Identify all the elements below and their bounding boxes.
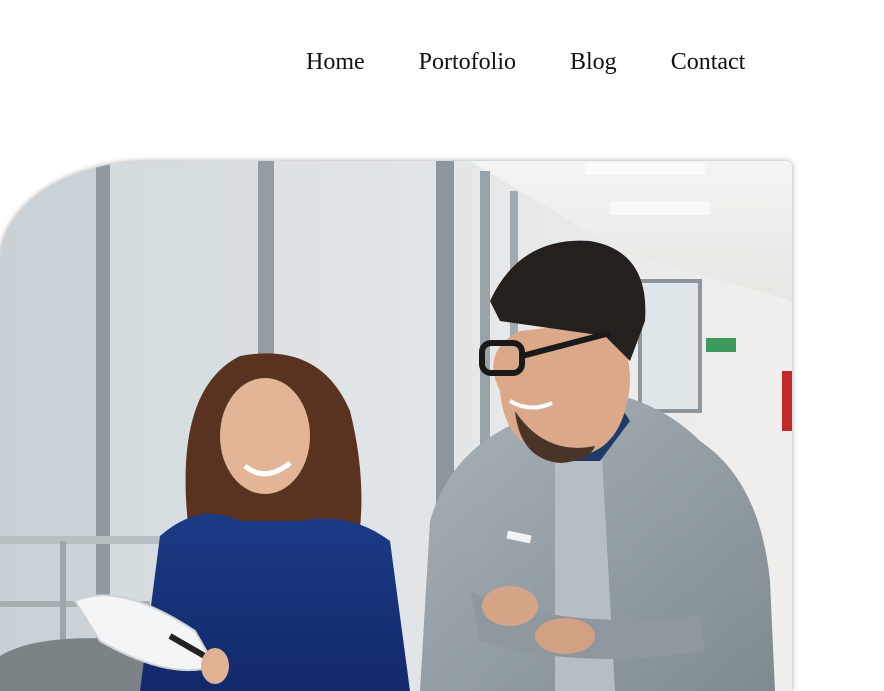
hero-image [0, 161, 792, 691]
nav-contact-link[interactable]: Contact [671, 46, 746, 78]
main-nav: Home Portofolio Blog Contact [306, 46, 745, 78]
nav-portfolio-link[interactable]: Portofolio [419, 46, 516, 78]
nav-blog-link[interactable]: Blog [570, 46, 617, 78]
office-photo [0, 161, 792, 691]
nav-home-link[interactable]: Home [306, 46, 365, 78]
